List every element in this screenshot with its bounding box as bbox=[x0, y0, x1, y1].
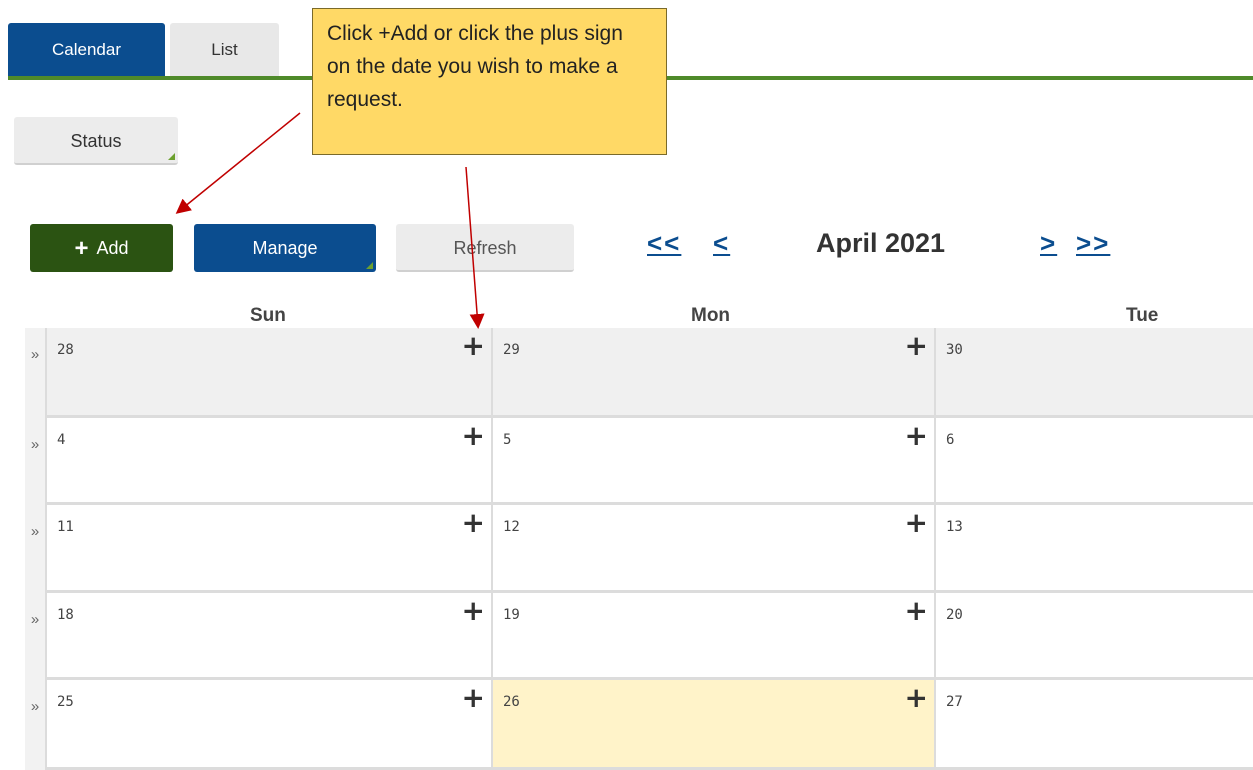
arrow-to-plus-sign bbox=[465, 166, 485, 329]
annotation-arrows bbox=[175, 112, 485, 329]
arrow-to-add-button bbox=[175, 112, 301, 214]
